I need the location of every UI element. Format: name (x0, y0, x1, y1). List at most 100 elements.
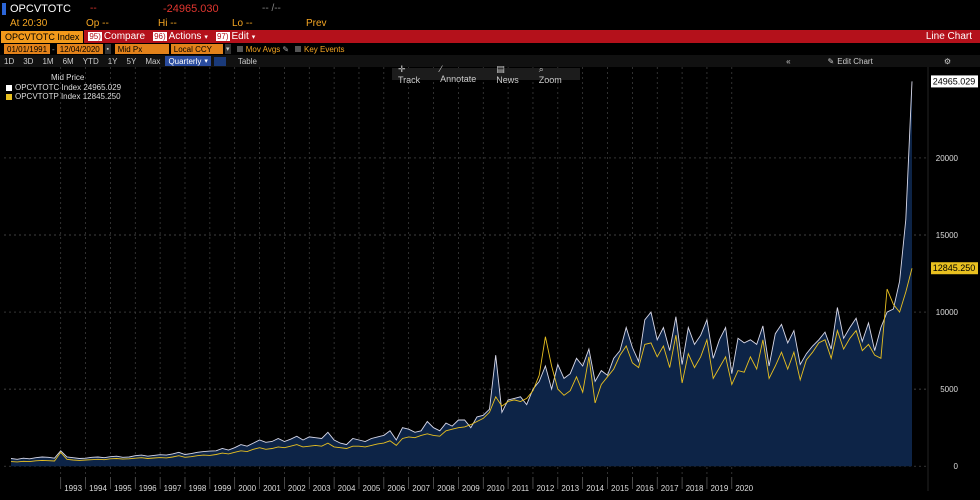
currency-selector[interactable]: Local CCY (170, 44, 223, 54)
key-events-checkbox[interactable] (295, 46, 302, 52)
x-tick-label: 2006 (387, 484, 405, 493)
chevron-down-icon[interactable]: ▾ (224, 44, 231, 54)
range-max[interactable]: Max (141, 55, 165, 67)
range-6m[interactable]: 6M (59, 55, 79, 67)
ticker-label[interactable]: OPCVTOTC (0, 0, 71, 17)
quote-header: OPCVTOTC -- -24965.030 -- /-- (0, 0, 980, 17)
x-tick-label: 2014 (586, 484, 604, 493)
x-tick-label: 1996 (139, 484, 157, 493)
y-tick-label: 15000 (936, 231, 959, 240)
compare-label: Compare (103, 31, 146, 42)
security-field[interactable]: OPCVTOTC Index (0, 29, 85, 44)
legend-label: OPCVTOTP Index 12845.250 (15, 92, 121, 101)
compare-number: 95) (88, 32, 102, 41)
chevron-down-icon: ▾ (204, 33, 208, 41)
last-value-tag-opcvtotp: 12845.250 (933, 263, 976, 273)
ticker-text: OPCVTOTC (10, 2, 71, 15)
parameter-bar: 01/01/1991 - 12/04/2020 ▪ Mid Px Local C… (0, 43, 980, 55)
chart-type-icon[interactable] (213, 56, 226, 66)
price-chart[interactable]: 0 5000 10000 15000 20000 1993 1994 1995 1996 1997… (0, 67, 980, 498)
x-tick-label: 2019 (710, 484, 728, 493)
range-5y[interactable]: 5Y (123, 55, 142, 67)
change-value: -- (90, 3, 97, 14)
start-date-field[interactable]: 01/01/1991 (4, 44, 51, 54)
pencil-icon[interactable]: ✎ (282, 45, 289, 54)
legend-swatch-yellow (6, 93, 12, 100)
x-tick-label: 2008 (437, 484, 455, 493)
pencil-icon: ✎ (827, 56, 835, 66)
last-price: -24965.030 (163, 2, 219, 15)
double-chevron-left-icon[interactable]: « (782, 55, 795, 67)
zoom-tool[interactable]: ⌕ Zoom (539, 64, 572, 85)
x-tick-label: 1994 (89, 484, 107, 493)
chart-area[interactable]: 0 5000 10000 15000 20000 1993 1994 1995 1996 1997… (0, 67, 980, 498)
x-tick-label: 2020 (735, 484, 753, 493)
x-tick-label: 2012 (536, 484, 554, 493)
actions-label: Actions (168, 31, 202, 42)
low-label: Lo -- (232, 18, 253, 29)
table-button[interactable]: Table (234, 55, 262, 67)
edit-number: 97) (215, 32, 230, 41)
x-tick-label: 2002 (288, 484, 306, 493)
mov-avgs-checkbox[interactable] (236, 46, 243, 52)
x-tick-label: 2016 (636, 484, 654, 493)
legend-swatch-white (6, 84, 12, 91)
chart-tool-strip: ✛ Track ⁄ Annotate ▤ News ⌕ Zoom (392, 64, 580, 85)
date-separator-icon: - (52, 44, 55, 54)
x-tick-label: 2015 (611, 484, 629, 493)
annotate-label: Annotate (440, 74, 477, 84)
legend-item[interactable]: OPCVTOTC Index 24965.029 (6, 83, 121, 92)
change-range: -- /-- (262, 3, 281, 14)
range-1d[interactable]: 1D (0, 55, 19, 67)
news-label: News (496, 74, 519, 85)
x-tick-label: 2017 (661, 484, 679, 493)
calendar-icon[interactable]: ▪ (104, 44, 111, 54)
y-tick-label: 0 (954, 462, 959, 471)
annotate-tool[interactable]: ⁄ Annotate (440, 64, 486, 84)
x-tick-label: 1997 (164, 484, 182, 493)
gear-icon[interactable]: ⚙ (940, 55, 956, 67)
view-title: Line Chart (925, 31, 972, 42)
actions-button[interactable]: 96) Actions ▾ (149, 30, 212, 43)
range-ytd[interactable]: YTD (79, 55, 104, 67)
last-value-tag-opcvtotc: 24965.029 (933, 76, 976, 86)
key-events-label: Key Events (304, 44, 345, 54)
y-tick-label: 5000 (940, 385, 958, 394)
function-toolbar: OPCVTOTC Index 95) Compare 96) Actions ▾… (0, 29, 980, 44)
frequency-label: Quarterly (168, 56, 202, 66)
chart-legend: Mid Price OPCVTOTC Index 24965.029 OPCVT… (6, 73, 121, 101)
x-tick-label: 2009 (462, 484, 480, 493)
edit-chart-button[interactable]: ✎ Edit Chart (824, 55, 878, 67)
legend-item[interactable]: OPCVTOTP Index 12845.250 (6, 92, 121, 101)
chevron-down-icon: ▾ (204, 58, 208, 65)
high-label: Hi -- (158, 18, 177, 29)
edit-label: Edit (231, 31, 249, 42)
range-1m[interactable]: 1M (38, 55, 58, 67)
frequency-selector[interactable]: Quarterly ▾ (165, 56, 211, 66)
x-tick-label: 1998 (189, 484, 207, 493)
zoom-label: Zoom (538, 74, 562, 85)
x-tick-label: 2005 (363, 484, 381, 493)
legend-title: Mid Price (51, 73, 85, 82)
range-bar: 1D 3D 1M 6M YTD 1Y 5Y Max Quarterly ▾ Ta… (0, 55, 980, 67)
x-tick-label: 2007 (412, 484, 430, 493)
range-3d[interactable]: 3D (19, 55, 38, 67)
chevron-down-icon: ▾ (251, 33, 256, 41)
ticker-marker-icon (2, 2, 6, 15)
end-date-field[interactable]: 12/04/2020 (56, 44, 103, 54)
track-label: Track (398, 74, 421, 85)
edit-button[interactable]: 97) Edit ▾ (212, 30, 259, 43)
x-tick-label: 2004 (338, 484, 356, 493)
open-label: Op -- (86, 18, 109, 29)
actions-number: 96) (153, 32, 167, 41)
prev-label: Prev (306, 18, 327, 29)
y-tick-label: 10000 (936, 308, 959, 317)
compare-button[interactable]: 95) Compare (84, 30, 149, 43)
x-tick-label: 2000 (238, 484, 256, 493)
x-tick-label: 2001 (263, 484, 281, 493)
news-tool[interactable]: ▤ News (496, 64, 529, 85)
range-1y[interactable]: 1Y (104, 55, 123, 67)
x-tick-label: 1995 (114, 484, 132, 493)
track-tool[interactable]: ✛ Track (398, 64, 430, 85)
field-selector[interactable]: Mid Px (114, 44, 169, 54)
